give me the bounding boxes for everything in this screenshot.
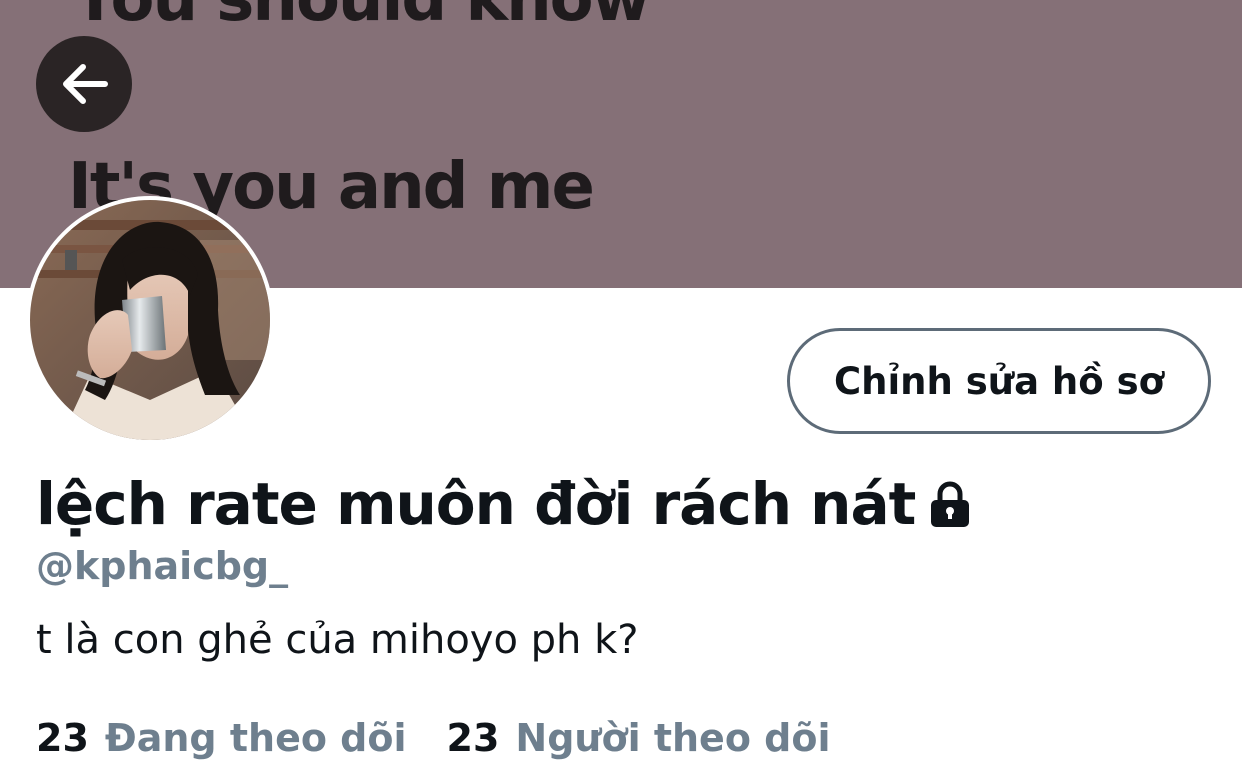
followers-link[interactable]: 23 Người theo dõi xyxy=(447,716,831,760)
back-button[interactable] xyxy=(36,36,132,132)
followers-label: Người theo dõi xyxy=(515,716,831,760)
arrow-left-icon xyxy=(63,64,108,104)
lock-icon xyxy=(931,481,970,527)
edit-profile-button[interactable]: Chỉnh sửa hồ sơ xyxy=(787,328,1211,434)
profile-bio: t là con ghẻ của mihoyo ph k? xyxy=(36,617,639,663)
following-link[interactable]: 23 Đang theo dõi xyxy=(36,716,407,760)
avatar[interactable] xyxy=(26,196,274,444)
banner-text-line-1: You should know xyxy=(72,0,651,36)
profile-handle: @kphaicbg_ xyxy=(36,544,289,588)
following-label: Đang theo dõi xyxy=(104,716,407,760)
followers-count: 23 xyxy=(446,716,500,760)
display-name: lệch rate muôn đời rách nát xyxy=(36,470,975,538)
following-count: 23 xyxy=(36,716,89,760)
display-name-text: lệch rate muôn đời rách nát xyxy=(36,470,916,538)
profile-screen: You should know It's you and me xyxy=(0,0,1242,776)
avatar-photo xyxy=(30,200,270,440)
follow-stats: 23 Đang theo dõi 23 Người theo dõi xyxy=(36,716,830,760)
